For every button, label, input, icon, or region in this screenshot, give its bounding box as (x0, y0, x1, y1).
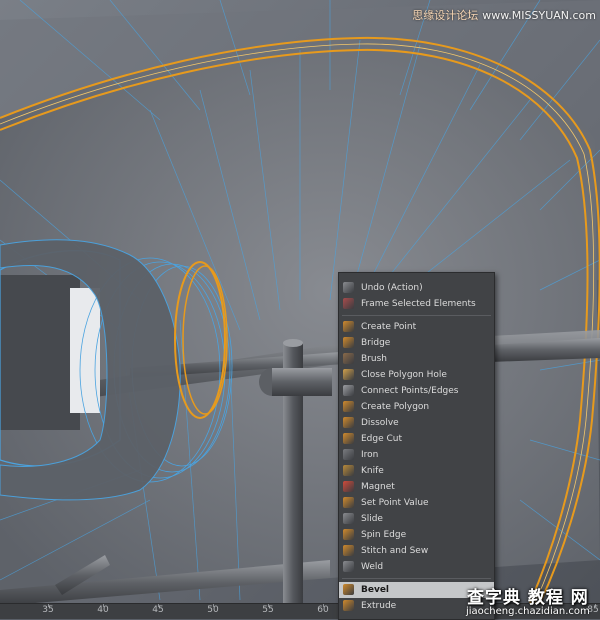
menu-item-label: Stitch and Sew (361, 546, 429, 556)
menu-item-set-point-value[interactable]: Set Point Value (339, 495, 494, 511)
menu-item-label: Bridge (361, 338, 391, 348)
bridge-icon (343, 337, 354, 348)
menu-item-label: Connect Points/Edges (361, 386, 459, 396)
menu-item-label: Create Polygon (361, 402, 430, 412)
menu-item-frame-selected[interactable]: Frame Selected Elements (339, 296, 494, 312)
create-point-icon (343, 321, 354, 332)
menu-item-label: Magnet (361, 482, 395, 492)
ruler-label: 40 (97, 605, 109, 615)
frame-icon (343, 298, 354, 309)
menu-item-label: Extrude (361, 601, 397, 611)
watermark-bottom: 查字典 教程 网 jiaocheng.chazidian.com (466, 583, 590, 617)
edge-cut-icon (343, 433, 354, 444)
magnet-icon (343, 481, 354, 492)
create-polygon-icon (343, 401, 354, 412)
menu-item-dissolve[interactable]: Dissolve (339, 415, 494, 431)
menu-item-connect-points[interactable]: Connect Points/Edges (339, 383, 494, 399)
menu-item-magnet[interactable]: Magnet (339, 479, 494, 495)
watermark-cn: 思缘设计论坛 (412, 9, 479, 22)
viewport-scene (0, 0, 600, 618)
watermark-top: 思缘设计论坛 www.MISSYUAN.com (412, 7, 596, 23)
menu-item-label: Iron (361, 450, 379, 460)
menu-item-spin-edge[interactable]: Spin Edge (339, 527, 494, 543)
menu-item-label: Create Point (361, 322, 417, 332)
menu-item-label: Frame Selected Elements (361, 299, 476, 309)
menu-item-weld[interactable]: Weld (339, 559, 494, 575)
stitch-icon (343, 545, 354, 556)
ruler-label: 60 (317, 605, 329, 615)
bevel-icon (343, 584, 354, 595)
spin-edge-icon (343, 529, 354, 540)
watermark-bottom-url: jiaocheng.chazidian.com (466, 606, 590, 617)
undo-icon (343, 282, 354, 293)
menu-item-edge-cut[interactable]: Edge Cut (339, 431, 494, 447)
dissolve-icon (343, 417, 354, 428)
knife-icon (343, 465, 354, 476)
menu-item-create-point[interactable]: Create Point (339, 319, 494, 335)
brush-icon (343, 353, 354, 364)
menu-item-iron[interactable]: Iron (339, 447, 494, 463)
watermark-bottom-title: 查字典 教程 网 (466, 588, 589, 608)
menu-item-close-polygon-hole[interactable]: Close Polygon Hole (339, 367, 494, 383)
menu-item-label: Spin Edge (361, 530, 407, 540)
extrude-icon (343, 600, 354, 611)
watermark-url: www.MISSYUAN.com (482, 9, 596, 22)
connect-icon (343, 385, 354, 396)
menu-separator (342, 315, 491, 316)
menu-item-label: Slide (361, 514, 383, 524)
ruler-label: 35 (42, 605, 54, 615)
context-menu: Undo (Action) Frame Selected Elements Cr… (338, 272, 495, 620)
ruler-label: 55 (262, 605, 274, 615)
menu-item-label: Knife (361, 466, 384, 476)
menu-item-label: Bevel (361, 585, 390, 595)
close-hole-icon (343, 369, 354, 380)
ruler-label: 50 (207, 605, 219, 615)
ruler-label: 45 (152, 605, 164, 615)
menu-item-knife[interactable]: Knife (339, 463, 494, 479)
menu-item-label: Brush (361, 354, 387, 364)
menu-item-stitch-and-sew[interactable]: Stitch and Sew (339, 543, 494, 559)
menu-item-label: Weld (361, 562, 384, 572)
menu-item-label: Edge Cut (361, 434, 403, 444)
menu-item-brush[interactable]: Brush (339, 351, 494, 367)
slide-icon (343, 513, 354, 524)
menu-separator (342, 578, 491, 579)
weld-icon (343, 561, 354, 572)
point-value-icon (343, 497, 354, 508)
menu-item-label: Set Point Value (361, 498, 429, 508)
3d-viewport[interactable]: 思缘设计论坛 www.MISSYUAN.com (0, 0, 600, 618)
menu-item-slide[interactable]: Slide (339, 511, 494, 527)
iron-icon (343, 449, 354, 460)
menu-item-create-polygon[interactable]: Create Polygon (339, 399, 494, 415)
menu-item-label: Undo (Action) (361, 283, 423, 293)
menu-item-bridge[interactable]: Bridge (339, 335, 494, 351)
menu-item-undo[interactable]: Undo (Action) (339, 280, 494, 296)
menu-item-label: Close Polygon Hole (361, 370, 447, 380)
menu-item-label: Dissolve (361, 418, 399, 428)
